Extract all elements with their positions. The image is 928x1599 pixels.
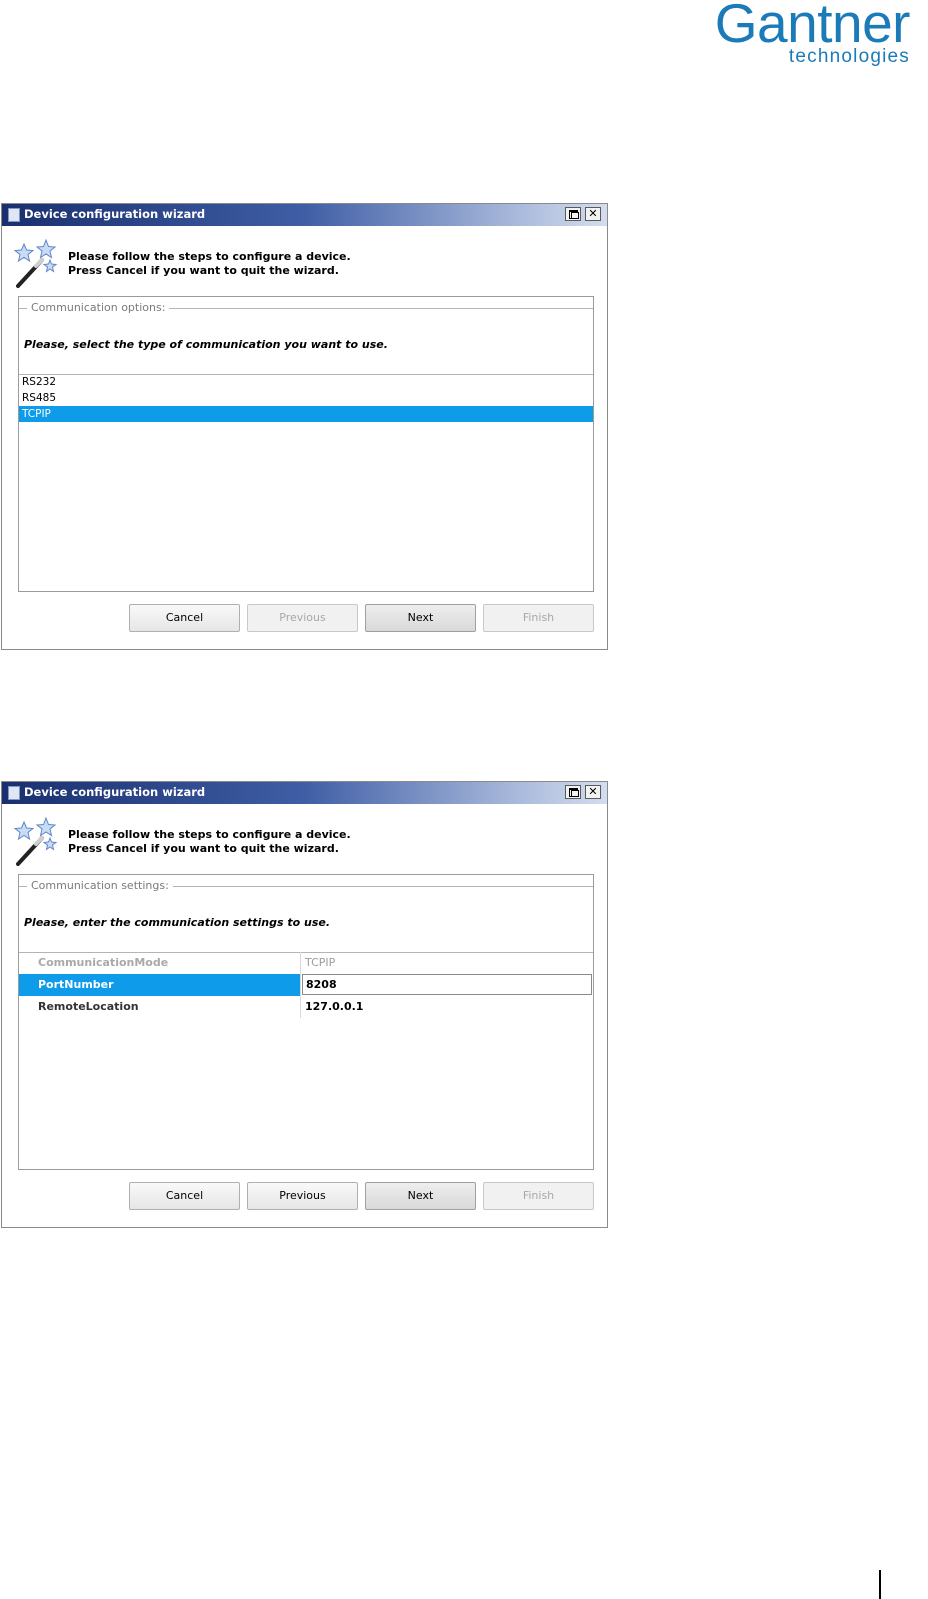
logo-name: Gantner — [714, 0, 911, 54]
close-button[interactable]: ✕ — [585, 785, 601, 799]
restore-button[interactable] — [565, 207, 581, 221]
property-name[interactable]: PortNumber — [19, 974, 301, 996]
property-value: TCPIP — [305, 956, 336, 969]
group-header: Communication settings: Please, enter th… — [19, 875, 593, 953]
group-header: Communication options: Please, select th… — [19, 297, 593, 375]
intro-line-2: Press Cancel if you want to quit the wiz… — [68, 842, 339, 855]
intro-line-2: Press Cancel if you want to quit the wiz… — [68, 264, 339, 277]
title-bar[interactable]: Device configuration wizard ✕ — [2, 782, 607, 804]
cancel-button[interactable]: Cancel — [129, 604, 240, 632]
finish-button[interactable]: Finish — [483, 1182, 594, 1210]
wizard-dialog-communication-settings: Device configuration wizard ✕ Please fol… — [1, 781, 608, 1228]
list-item-rs485[interactable]: RS485 — [19, 390, 593, 406]
page-margin-rule — [879, 1570, 881, 1599]
property-row-communication-mode: CommunicationMode TCPIP — [19, 952, 593, 974]
communication-options-group: Communication options: Please, select th… — [18, 296, 594, 592]
list-item-rs232[interactable]: RS232 — [19, 374, 593, 390]
property-grid: CommunicationMode TCPIP PortNumber 8208 … — [19, 952, 593, 1169]
window-title: Device configuration wizard — [24, 207, 206, 221]
next-button[interactable]: Next — [365, 1182, 476, 1210]
instruction-text: Please, enter the communication settings… — [24, 916, 331, 929]
previous-button[interactable]: Previous — [247, 1182, 358, 1210]
group-title: Communication options: — [27, 301, 170, 314]
intro-line-1: Please follow the steps to configure a d… — [68, 250, 351, 263]
cancel-button[interactable]: Cancel — [129, 1182, 240, 1210]
logo-tagline: technologies — [788, 46, 910, 67]
property-name: CommunicationMode — [19, 952, 301, 974]
port-number-input[interactable]: 8208 — [302, 974, 592, 995]
gantner-logo: Gantner technologies — [670, 0, 911, 70]
intro-text: Please follow the steps to configure a d… — [68, 828, 351, 856]
magic-wand-icon — [13, 238, 58, 288]
instruction-text: Please, select the type of communication… — [24, 338, 388, 351]
close-button[interactable]: ✕ — [585, 207, 601, 221]
property-name[interactable]: RemoteLocation — [19, 996, 301, 1018]
intro-line-1: Please follow the steps to configure a d… — [68, 828, 351, 841]
next-button[interactable]: Next — [365, 604, 476, 632]
window-title: Device configuration wizard — [24, 785, 206, 799]
close-icon: ✕ — [588, 785, 598, 798]
wizard-dialog-communication-options: Device configuration wizard ✕ Please fol… — [1, 203, 608, 650]
intro-text: Please follow the steps to configure a d… — [68, 250, 351, 278]
restore-button[interactable] — [565, 785, 581, 799]
title-bar[interactable]: Device configuration wizard ✕ — [2, 204, 607, 226]
window-icon — [8, 208, 20, 222]
property-row-port-number[interactable]: PortNumber 8208 — [19, 974, 593, 996]
communication-type-list[interactable]: RS232 RS485 TCPIP — [19, 374, 593, 591]
remote-location-input[interactable]: 127.0.0.1 — [302, 996, 593, 1018]
finish-button[interactable]: Finish — [483, 604, 594, 632]
communication-settings-group: Communication settings: Please, enter th… — [18, 874, 594, 1170]
previous-button[interactable]: Previous — [247, 604, 358, 632]
list-item-tcpip[interactable]: TCPIP — [19, 406, 593, 422]
window-icon — [8, 786, 20, 800]
property-row-remote-location[interactable]: RemoteLocation 127.0.0.1 — [19, 996, 593, 1018]
group-title: Communication settings: — [27, 879, 173, 892]
magic-wand-icon — [13, 816, 58, 866]
close-icon: ✕ — [588, 207, 598, 220]
